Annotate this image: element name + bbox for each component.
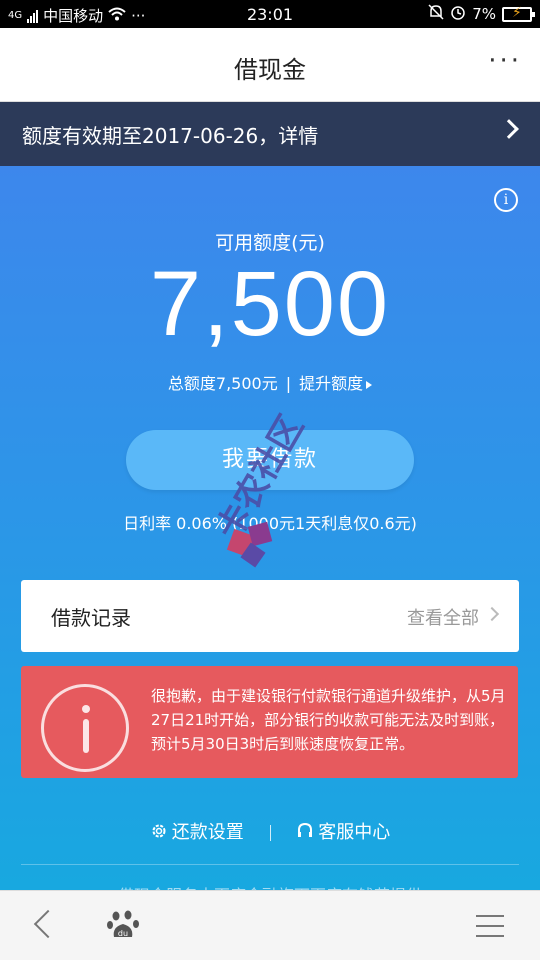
customer-service-link[interactable]: 客服中心: [296, 822, 390, 843]
chevron-right-icon: [499, 119, 519, 139]
loan-records-label: 借款记录: [51, 606, 131, 630]
available-amount: 7,500: [149, 253, 391, 355]
repay-settings-label: 还款设置: [171, 822, 244, 843]
raise-limit-link[interactable]: 提升额度: [299, 374, 373, 393]
info-icon[interactable]: i: [494, 188, 518, 212]
view-all-link[interactable]: 查看全部: [407, 604, 479, 630]
available-limit-label: 可用额度(元): [215, 232, 325, 254]
divider: |: [285, 374, 292, 393]
svg-text:du: du: [118, 929, 128, 938]
headset-icon: [296, 822, 314, 843]
title-bar: 借现金 ···: [0, 28, 540, 102]
status-right: 7% ⚡: [428, 4, 535, 24]
alert-message: 很抱歉，由于建设银行付款银行通道升级维护，从5月27日21时开始，部分银行的收款…: [151, 687, 506, 753]
battery-percent: 7%: [472, 5, 496, 23]
raise-limit-label: 提升额度: [299, 374, 364, 393]
chevron-right-icon: [484, 606, 500, 622]
menu-icon[interactable]: [476, 915, 504, 937]
footer-divider: [21, 864, 519, 865]
bell-mute-icon: [428, 4, 444, 24]
divider: [269, 825, 271, 841]
maintenance-alert: 很抱歉，由于建设银行付款银行通道升级维护，从5月27日21时开始，部分银行的收款…: [21, 666, 518, 778]
alarm-icon: [450, 4, 466, 24]
limit-row: 总额度7,500元 | 提升额度: [0, 370, 540, 394]
repay-settings-link[interactable]: 还款设置: [150, 822, 250, 843]
gear-icon: [150, 822, 168, 843]
back-icon[interactable]: [33, 909, 63, 939]
footer-links: 还款设置 客服中心: [0, 818, 540, 844]
status-bar: 4G 中国移动 ··· 23:01 7% ⚡: [0, 0, 540, 28]
battery-icon: ⚡: [502, 5, 535, 22]
validity-notice-bar[interactable]: 额度有效期至2017-06-26，详情: [0, 102, 540, 166]
daily-rate-text: 日利率 0.06% (1000元1天利息仅0.6元): [123, 514, 417, 533]
baidu-paw-icon[interactable]: du: [106, 907, 142, 943]
borrow-button[interactable]: 我要借款: [126, 430, 414, 490]
total-limit-text: 总额度7,500元: [167, 374, 278, 393]
page-title: 借现金: [234, 56, 306, 84]
validity-notice-text: 额度有效期至2017-06-26，详情: [22, 124, 319, 148]
loan-records-card[interactable]: 借款记录 查看全部: [21, 580, 519, 652]
info-alert-icon: [41, 684, 129, 772]
browser-bottom-bar: du: [0, 890, 540, 960]
customer-service-label: 客服中心: [318, 822, 391, 843]
more-menu-button[interactable]: ···: [488, 46, 522, 76]
triangle-right-icon: [366, 380, 373, 389]
main-panel: i 可用额度(元) 7,500 总额度7,500元 | 提升额度 我要借款 日利率 …: [0, 166, 540, 894]
